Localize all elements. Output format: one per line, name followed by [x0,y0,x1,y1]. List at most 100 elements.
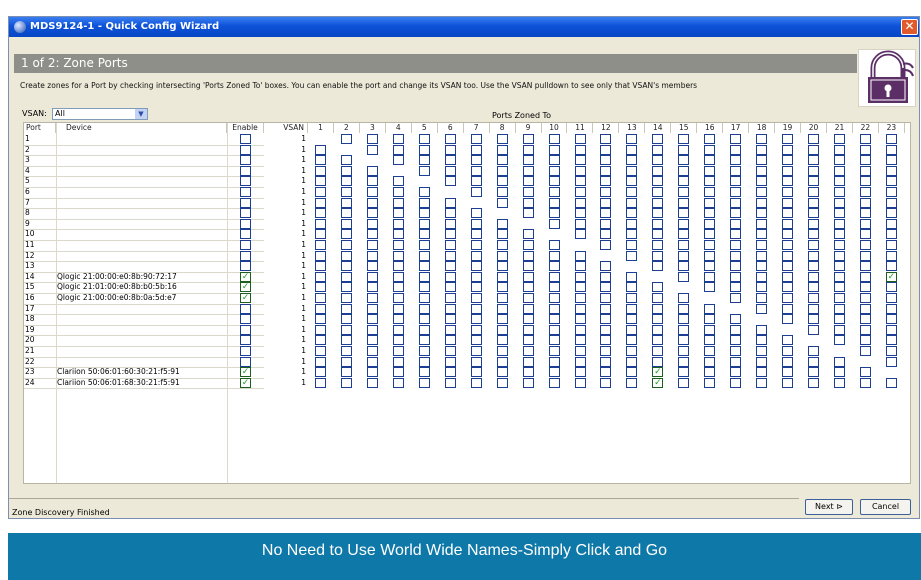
zone-checkbox[interactable] [859,144,871,155]
zone-checkbox[interactable] [730,229,742,240]
next-button[interactable]: Next ⊳ [805,499,853,515]
zone-checkbox[interactable] [418,324,430,335]
zone-checkbox[interactable] [704,240,716,250]
enable-checkbox[interactable]: ✓ [240,271,251,282]
zone-checkbox[interactable] [626,229,638,240]
zone-checkbox[interactable] [600,377,612,388]
zone-checkbox[interactable] [418,367,430,378]
zone-checkbox[interactable] [418,314,430,325]
zone-checkbox[interactable] [859,261,871,272]
zoned-to-column-header[interactable]: 16 [697,123,724,133]
zone-checkbox[interactable] [366,367,378,378]
zone-checkbox[interactable] [859,367,871,378]
zone-checkbox[interactable] [366,377,378,388]
zone-checkbox[interactable] [885,377,897,388]
zone-checkbox[interactable] [782,261,794,272]
zone-checkbox[interactable] [496,218,508,229]
zone-checkbox[interactable] [340,155,352,166]
zone-checkbox[interactable] [678,261,690,272]
port-column-header[interactable]: Port [24,123,56,133]
zone-checkbox[interactable] [470,208,482,219]
zone-checkbox[interactable] [834,176,845,187]
zone-checkbox[interactable] [496,229,508,240]
zone-checkbox[interactable] [522,250,534,261]
zone-checkbox[interactable] [340,250,352,261]
zone-checkbox[interactable] [730,218,742,229]
zone-checkbox[interactable] [704,367,716,378]
zone-checkbox[interactable] [626,240,638,250]
zone-checkbox[interactable] [652,282,664,293]
zone-checkbox[interactable] [730,250,742,261]
zone-checkbox[interactable] [392,303,404,314]
zone-checkbox[interactable] [548,155,560,166]
zone-checkbox[interactable] [574,314,586,325]
vsan-dropdown[interactable]: All ▼ [52,108,148,120]
enable-checkbox[interactable]: ✓ [240,377,251,388]
zone-checkbox[interactable] [496,271,508,282]
zone-checkbox[interactable] [834,187,845,197]
zone-checkbox[interactable] [808,218,820,229]
zone-checkbox[interactable] [704,197,716,208]
zone-checkbox[interactable] [496,293,508,303]
zone-checkbox[interactable] [548,208,560,219]
zone-checkbox[interactable] [730,176,742,187]
zone-checkbox[interactable] [678,134,690,144]
zone-checkbox[interactable] [626,335,638,346]
zone-checkbox[interactable] [859,293,871,303]
zone-checkbox[interactable] [730,144,742,155]
zoned-to-column-header[interactable]: 6 [438,123,464,133]
vsan-cell[interactable]: 1 [270,251,306,261]
zone-checkbox[interactable] [600,282,612,293]
zone-checkbox[interactable] [652,144,664,155]
zone-checkbox[interactable] [548,197,560,208]
zone-checkbox[interactable] [496,303,508,314]
zone-checkbox[interactable] [885,155,897,166]
zone-checkbox[interactable] [756,324,768,335]
zone-checkbox[interactable] [444,293,456,303]
zone-checkbox[interactable] [470,293,482,303]
zone-checkbox[interactable] [548,303,560,314]
zone-checkbox[interactable] [782,293,794,303]
vsan-cell[interactable]: 1 [270,282,306,292]
zone-checkbox[interactable] [730,346,742,356]
zone-checkbox[interactable] [885,134,897,144]
zone-checkbox[interactable] [756,165,768,176]
zone-checkbox[interactable] [859,240,871,250]
zone-checkbox[interactable] [470,335,482,346]
zone-checkbox[interactable] [522,282,534,293]
zone-checkbox[interactable] [859,134,871,144]
zone-checkbox[interactable] [834,271,845,282]
enable-column-header[interactable]: Enable [227,123,264,133]
zone-checkbox[interactable] [885,356,897,367]
enable-checkbox[interactable] [240,165,251,176]
zone-checkbox[interactable] [522,335,534,346]
zone-checkbox[interactable] [730,261,742,272]
enable-checkbox[interactable]: ✓ [240,367,251,378]
zoned-to-column-header[interactable]: 3 [360,123,386,133]
zone-checkbox[interactable] [548,271,560,282]
zone-checkbox[interactable] [315,165,326,176]
zone-checkbox[interactable] [392,155,404,166]
zone-checkbox[interactable] [600,335,612,346]
vsan-cell[interactable]: 1 [270,240,306,250]
title-bar[interactable]: MDS9124-1 - Quick Config Wizard ✕ [9,17,919,37]
zone-checkbox[interactable] [418,155,430,166]
zone-checkbox[interactable] [340,165,352,176]
zone-checkbox[interactable] [808,356,820,367]
zone-checkbox[interactable] [366,303,378,314]
zoned-to-column-header[interactable]: 13 [619,123,646,133]
zone-checkbox[interactable] [808,144,820,155]
zone-checkbox[interactable] [574,261,586,272]
enable-checkbox[interactable] [240,187,251,197]
enable-checkbox[interactable] [240,134,251,144]
zone-checkbox[interactable] [730,271,742,282]
zone-checkbox[interactable] [859,155,871,166]
zone-checkbox[interactable] [444,314,456,325]
enable-checkbox[interactable] [240,229,251,240]
zone-checkbox[interactable] [808,155,820,166]
zone-checkbox[interactable] [626,303,638,314]
zone-checkbox[interactable] [444,367,456,378]
zone-checkbox[interactable] [522,324,534,335]
zone-checkbox[interactable]: ✓ [885,271,897,282]
zone-checkbox[interactable] [444,282,456,293]
